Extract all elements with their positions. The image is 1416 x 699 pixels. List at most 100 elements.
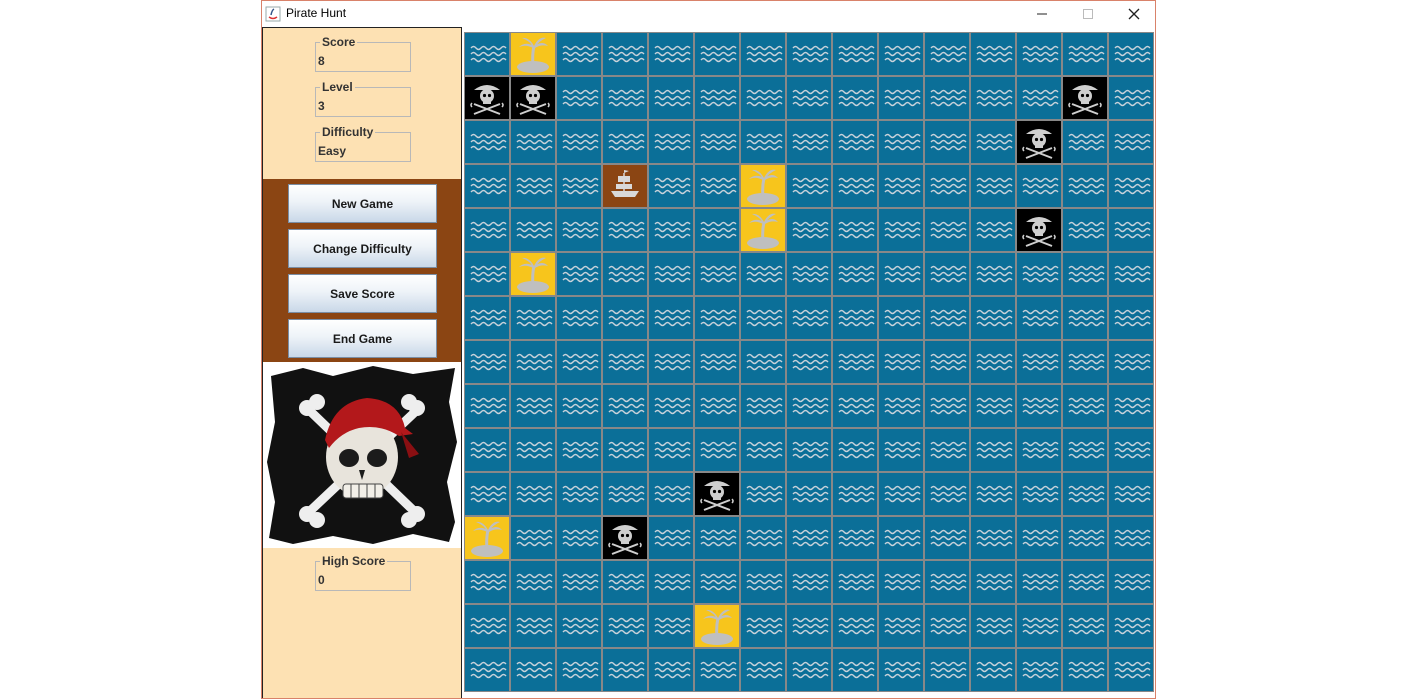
water-tile[interactable]: [1063, 385, 1107, 427]
water-tile[interactable]: [879, 121, 923, 163]
water-tile[interactable]: [465, 165, 509, 207]
water-tile[interactable]: [511, 517, 555, 559]
water-tile[interactable]: [1109, 33, 1153, 75]
water-tile[interactable]: [557, 385, 601, 427]
water-tile[interactable]: [925, 341, 969, 383]
water-tile[interactable]: [1109, 341, 1153, 383]
water-tile[interactable]: [971, 77, 1015, 119]
water-tile[interactable]: [787, 297, 831, 339]
water-tile[interactable]: [1063, 605, 1107, 647]
water-tile[interactable]: [649, 473, 693, 515]
water-tile[interactable]: [787, 561, 831, 603]
water-tile[interactable]: [649, 165, 693, 207]
save-score-button[interactable]: Save Score: [288, 274, 437, 313]
end-game-button[interactable]: End Game: [288, 319, 437, 358]
water-tile[interactable]: [1017, 605, 1061, 647]
water-tile[interactable]: [833, 297, 877, 339]
water-tile[interactable]: [971, 165, 1015, 207]
water-tile[interactable]: [603, 473, 647, 515]
water-tile[interactable]: [879, 561, 923, 603]
new-game-button[interactable]: New Game: [288, 184, 437, 223]
water-tile[interactable]: [925, 561, 969, 603]
water-tile[interactable]: [1017, 473, 1061, 515]
water-tile[interactable]: [603, 385, 647, 427]
water-tile[interactable]: [465, 649, 509, 691]
water-tile[interactable]: [971, 33, 1015, 75]
pirate-tile[interactable]: [1017, 209, 1061, 251]
water-tile[interactable]: [787, 121, 831, 163]
water-tile[interactable]: [879, 605, 923, 647]
water-tile[interactable]: [465, 33, 509, 75]
water-tile[interactable]: [833, 165, 877, 207]
water-tile[interactable]: [925, 209, 969, 251]
water-tile[interactable]: [833, 429, 877, 471]
water-tile[interactable]: [1063, 253, 1107, 295]
water-tile[interactable]: [649, 517, 693, 559]
water-tile[interactable]: [511, 209, 555, 251]
water-tile[interactable]: [971, 341, 1015, 383]
water-tile[interactable]: [649, 341, 693, 383]
water-tile[interactable]: [833, 209, 877, 251]
water-tile[interactable]: [511, 473, 555, 515]
water-tile[interactable]: [1109, 165, 1153, 207]
water-tile[interactable]: [879, 341, 923, 383]
water-tile[interactable]: [465, 473, 509, 515]
water-tile[interactable]: [465, 209, 509, 251]
water-tile[interactable]: [511, 429, 555, 471]
water-tile[interactable]: [1063, 297, 1107, 339]
water-tile[interactable]: [695, 77, 739, 119]
water-tile[interactable]: [603, 253, 647, 295]
water-tile[interactable]: [741, 473, 785, 515]
water-tile[interactable]: [649, 77, 693, 119]
change-difficulty-button[interactable]: Change Difficulty: [288, 229, 437, 268]
water-tile[interactable]: [649, 121, 693, 163]
water-tile[interactable]: [787, 649, 831, 691]
water-tile[interactable]: [741, 605, 785, 647]
water-tile[interactable]: [465, 253, 509, 295]
water-tile[interactable]: [465, 297, 509, 339]
water-tile[interactable]: [925, 605, 969, 647]
water-tile[interactable]: [925, 165, 969, 207]
water-tile[interactable]: [1063, 429, 1107, 471]
water-tile[interactable]: [879, 429, 923, 471]
water-tile[interactable]: [557, 561, 601, 603]
water-tile[interactable]: [1109, 253, 1153, 295]
water-tile[interactable]: [925, 77, 969, 119]
water-tile[interactable]: [971, 121, 1015, 163]
water-tile[interactable]: [649, 429, 693, 471]
water-tile[interactable]: [511, 649, 555, 691]
water-tile[interactable]: [787, 341, 831, 383]
water-tile[interactable]: [603, 77, 647, 119]
water-tile[interactable]: [1017, 341, 1061, 383]
island-tile[interactable]: [741, 209, 785, 251]
water-tile[interactable]: [695, 561, 739, 603]
water-tile[interactable]: [557, 209, 601, 251]
pirate-tile[interactable]: [511, 77, 555, 119]
water-tile[interactable]: [511, 165, 555, 207]
water-tile[interactable]: [833, 649, 877, 691]
water-tile[interactable]: [879, 473, 923, 515]
water-tile[interactable]: [925, 429, 969, 471]
water-tile[interactable]: [879, 385, 923, 427]
water-tile[interactable]: [465, 429, 509, 471]
water-tile[interactable]: [511, 385, 555, 427]
water-tile[interactable]: [511, 561, 555, 603]
water-tile[interactable]: [603, 605, 647, 647]
water-tile[interactable]: [1109, 473, 1153, 515]
water-tile[interactable]: [833, 253, 877, 295]
maximize-button[interactable]: [1065, 1, 1111, 27]
water-tile[interactable]: [741, 649, 785, 691]
water-tile[interactable]: [1063, 473, 1107, 515]
water-tile[interactable]: [1063, 649, 1107, 691]
water-tile[interactable]: [925, 649, 969, 691]
water-tile[interactable]: [833, 341, 877, 383]
water-tile[interactable]: [787, 77, 831, 119]
water-tile[interactable]: [1017, 649, 1061, 691]
water-tile[interactable]: [1109, 77, 1153, 119]
island-tile[interactable]: [695, 605, 739, 647]
water-tile[interactable]: [465, 561, 509, 603]
water-tile[interactable]: [971, 605, 1015, 647]
water-tile[interactable]: [1017, 517, 1061, 559]
minimize-button[interactable]: [1019, 1, 1065, 27]
water-tile[interactable]: [833, 385, 877, 427]
